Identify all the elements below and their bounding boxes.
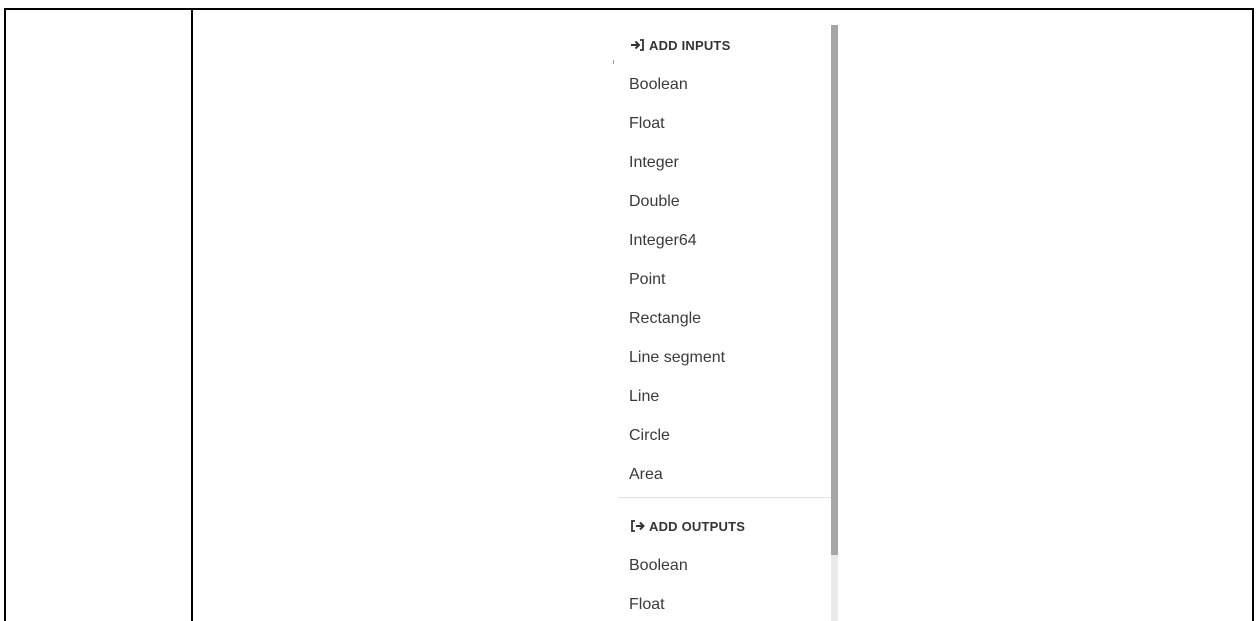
input-item-integer[interactable]: Integer — [618, 143, 828, 182]
sign-out-icon — [629, 519, 645, 533]
add-outputs-label: ADD OUTPUTS — [649, 518, 746, 534]
input-item-boolean[interactable]: Boolean — [618, 65, 828, 104]
add-outputs-header: ADD OUTPUTS — [618, 506, 828, 546]
output-item-boolean[interactable]: Boolean — [618, 546, 828, 585]
menu-content: ADD INPUTS Boolean Float Integer Double … — [618, 25, 831, 621]
output-item-float[interactable]: Float — [618, 585, 828, 621]
input-item-line-segment[interactable]: Line segment — [618, 338, 828, 377]
input-item-float[interactable]: Float — [618, 104, 828, 143]
input-item-circle[interactable]: Circle — [618, 416, 828, 455]
add-io-dropdown-menu[interactable]: ADD INPUTS Boolean Float Integer Double … — [618, 25, 838, 621]
add-inputs-label: ADD INPUTS — [649, 37, 731, 53]
menu-scrollbar-thumb[interactable] — [831, 25, 838, 555]
input-item-integer64[interactable]: Integer64 — [618, 221, 828, 260]
sign-in-icon — [629, 38, 645, 52]
input-item-point[interactable]: Point — [618, 260, 828, 299]
input-item-rectangle[interactable]: Rectangle — [618, 299, 828, 338]
input-item-area[interactable]: Area — [618, 455, 828, 494]
menu-scrollbar[interactable] — [831, 25, 838, 621]
table-column-divider — [191, 10, 193, 621]
menu-divider — [618, 497, 831, 498]
input-item-double[interactable]: Double — [618, 182, 828, 221]
add-inputs-header: ADD INPUTS — [618, 25, 828, 65]
stray-mark — [613, 60, 614, 64]
input-item-line[interactable]: Line — [618, 377, 828, 416]
